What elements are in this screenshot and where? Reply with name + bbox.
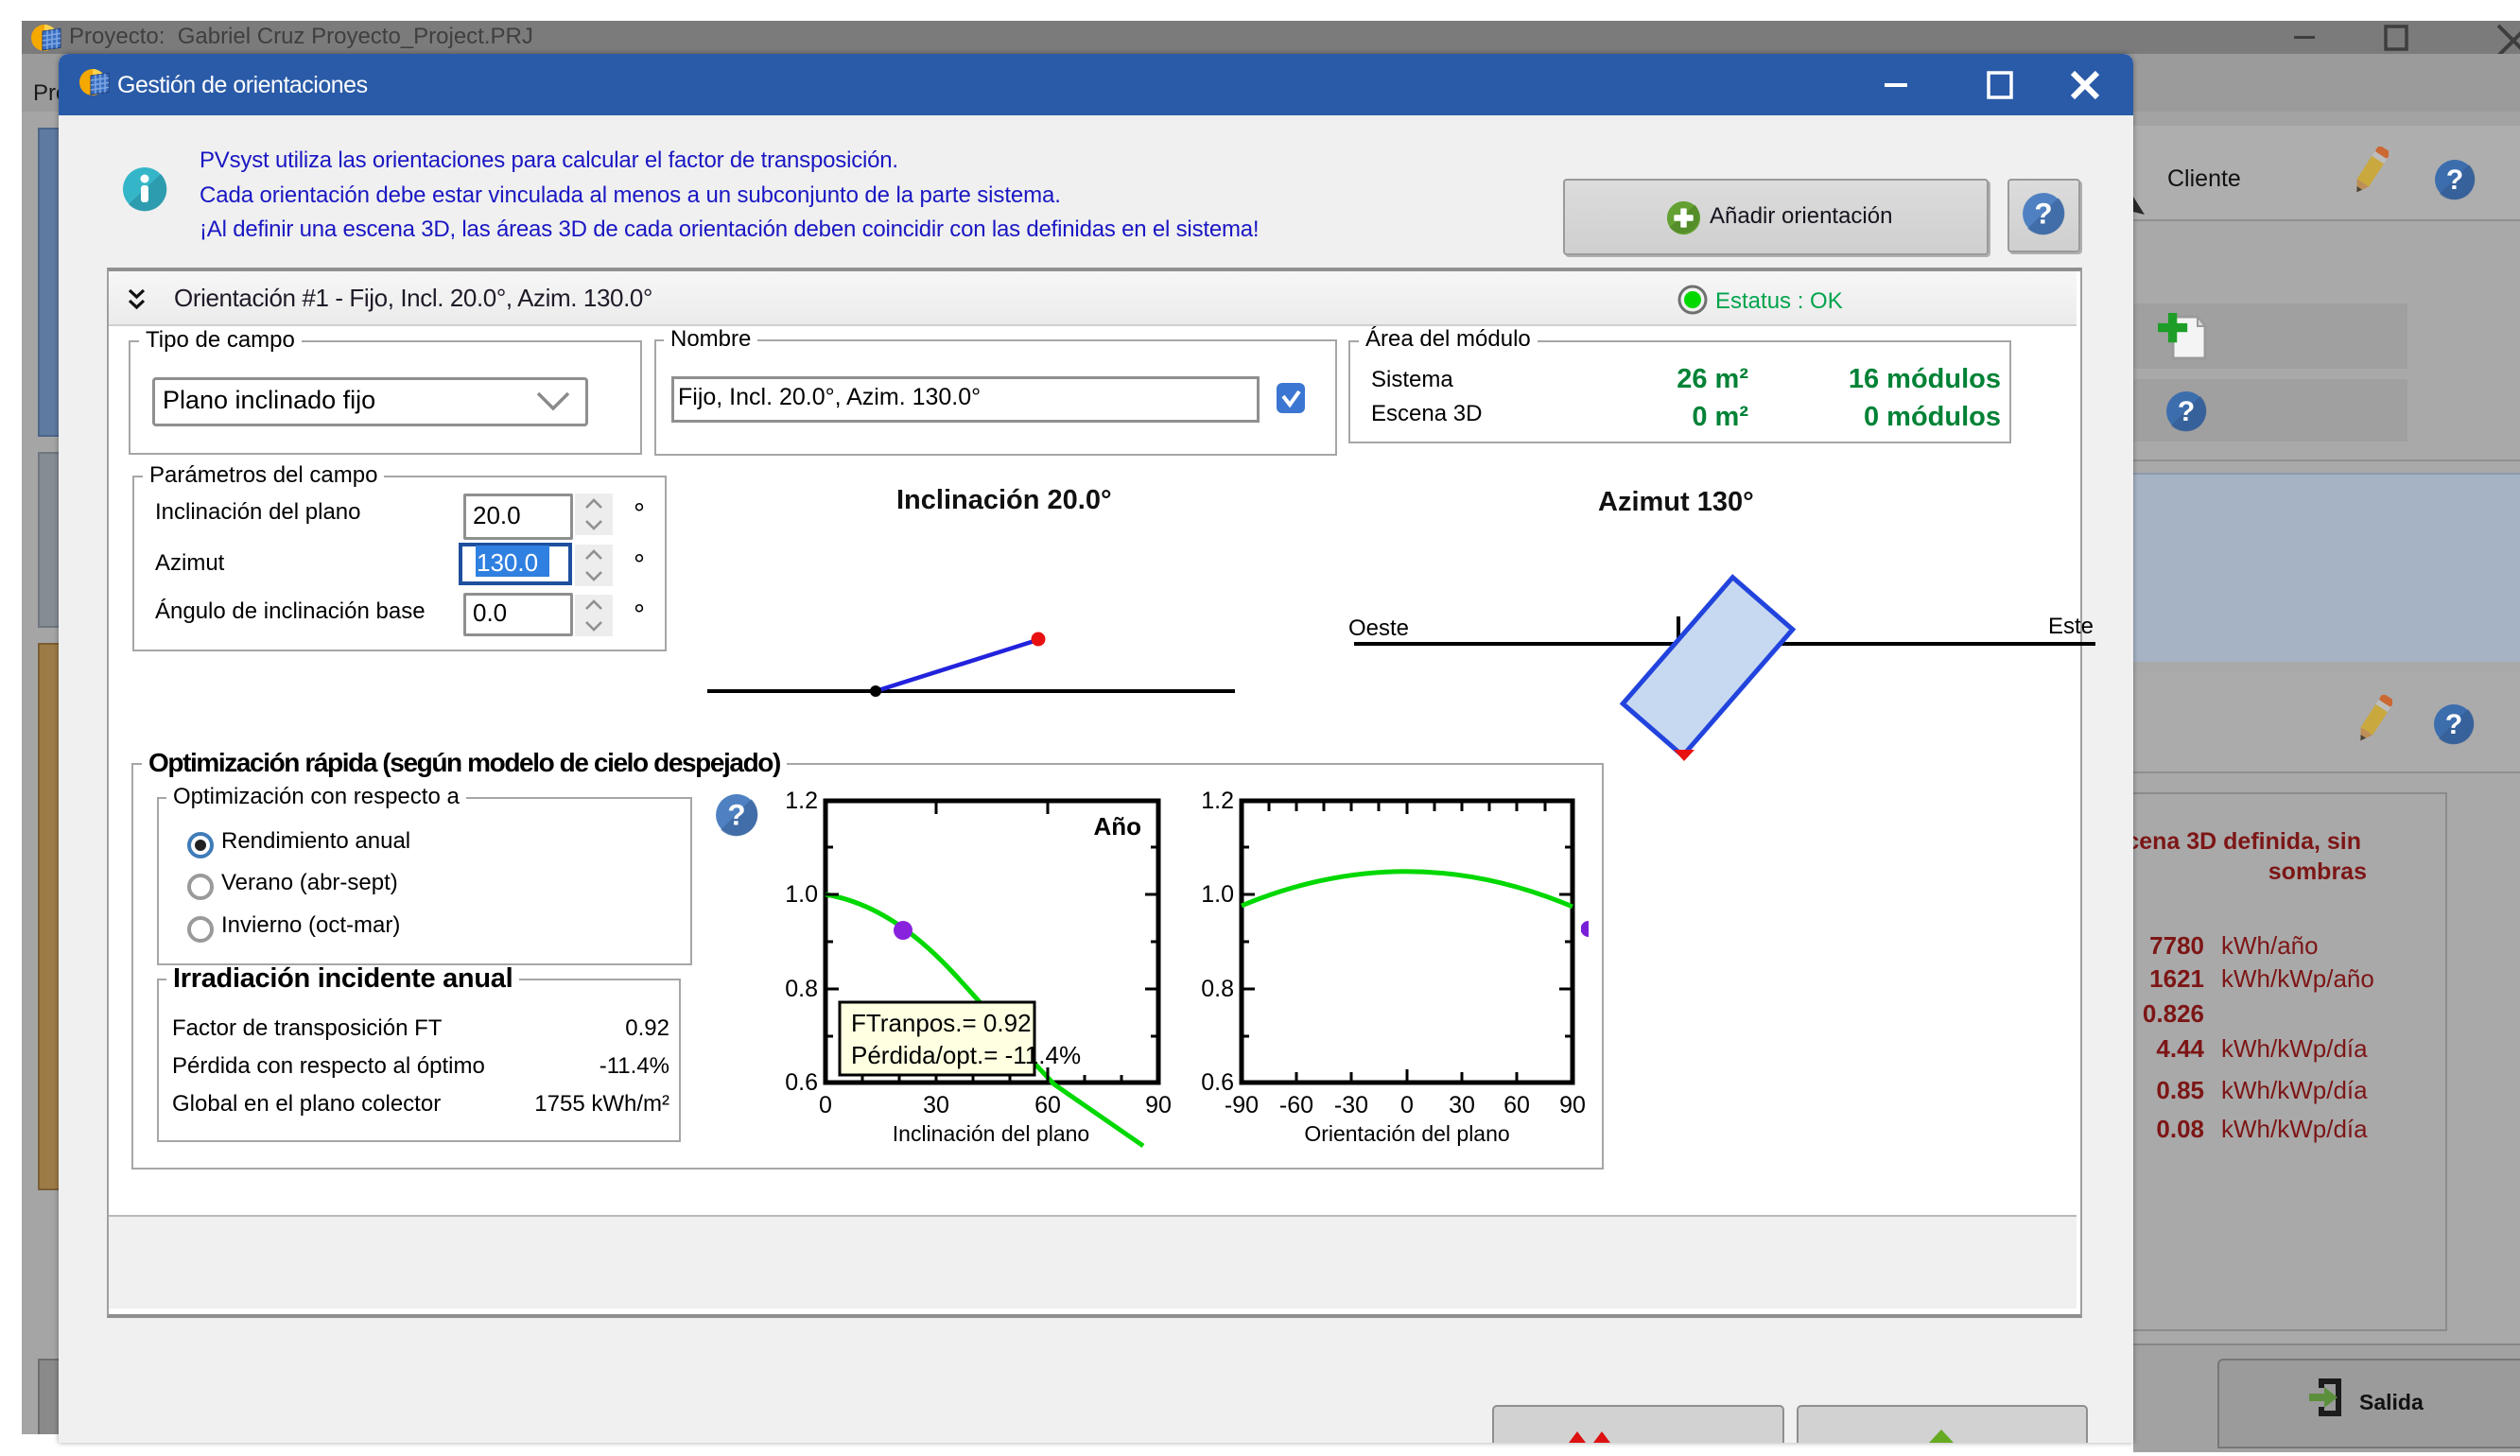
svg-text:-60: -60 <box>1279 1092 1313 1118</box>
svg-text:0.8: 0.8 <box>785 976 818 1002</box>
svg-text:1.0: 1.0 <box>1201 881 1234 908</box>
svg-text:Orientación del plano: Orientación del plano <box>1304 1121 1509 1146</box>
svg-text:90: 90 <box>1559 1092 1586 1118</box>
svg-text:0.8: 0.8 <box>1201 976 1234 1002</box>
svg-text:-30: -30 <box>1334 1092 1368 1118</box>
svg-text:60: 60 <box>1503 1092 1530 1118</box>
svg-text:Pérdida/opt.= -11.4%: Pérdida/opt.= -11.4% <box>851 1041 1081 1069</box>
svg-text:30: 30 <box>923 1092 949 1118</box>
svg-text:1.2: 1.2 <box>1201 788 1234 814</box>
svg-text:?: ? <box>2034 197 2052 230</box>
svg-text:1.2: 1.2 <box>785 788 818 814</box>
svg-text:1.0: 1.0 <box>785 881 818 908</box>
svg-text:?: ? <box>2446 165 2463 196</box>
svg-text:90: 90 <box>1145 1092 1172 1118</box>
svg-text:-90: -90 <box>1225 1092 1259 1118</box>
svg-text:60: 60 <box>1034 1092 1061 1118</box>
svg-text:Año: Año <box>1093 812 1141 841</box>
svg-text:?: ? <box>2445 709 2462 740</box>
svg-text:Inclinación del plano: Inclinación del plano <box>893 1121 1089 1146</box>
svg-text:0: 0 <box>1400 1092 1414 1118</box>
svg-text:0: 0 <box>819 1092 832 1118</box>
svg-text:?: ? <box>727 798 745 831</box>
svg-text:0.6: 0.6 <box>785 1069 818 1096</box>
svg-text:FTranpos.= 0.92: FTranpos.= 0.92 <box>851 1009 1032 1037</box>
svg-text:?: ? <box>2178 396 2195 427</box>
svg-text:30: 30 <box>1449 1092 1475 1118</box>
